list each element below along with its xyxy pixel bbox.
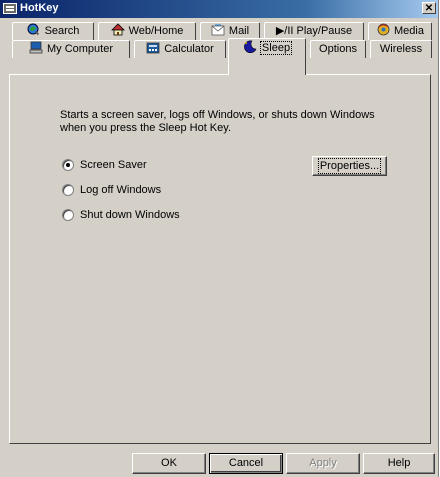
sleep-icon xyxy=(243,40,257,54)
calculator-icon xyxy=(146,42,160,54)
hotkey-window: HotKey ✕ Search Web/Home Mail ▶/II Play/… xyxy=(0,0,439,477)
computer-icon xyxy=(29,41,43,54)
title-bar[interactable]: HotKey ✕ xyxy=(0,0,438,18)
radio-label: Log off Windows xyxy=(80,184,162,196)
tab-web-home[interactable]: Web/Home xyxy=(98,22,196,40)
mail-icon xyxy=(211,24,225,36)
properties-button[interactable]: Properties... xyxy=(312,156,387,176)
tab-options[interactable]: Options xyxy=(310,40,366,58)
sleep-description: Starts a screen saver, logs off Windows,… xyxy=(60,109,375,134)
magnifier-globe-icon xyxy=(27,23,41,36)
window-title: HotKey xyxy=(20,2,59,14)
sleep-panel: Starts a screen saver, logs off Windows,… xyxy=(9,74,431,444)
apply-button[interactable]: Apply xyxy=(286,453,360,474)
tab-search[interactable]: Search xyxy=(12,22,94,40)
tab-sleep[interactable]: Sleep xyxy=(228,38,306,75)
radio-label: Screen Saver xyxy=(80,159,147,171)
help-button[interactable]: Help xyxy=(363,453,435,474)
tab-calculator[interactable]: Calculator xyxy=(134,40,226,58)
close-button[interactable]: ✕ xyxy=(422,2,436,14)
keyboard-icon xyxy=(3,3,17,14)
media-icon xyxy=(376,23,390,36)
tab-my-computer[interactable]: My Computer xyxy=(12,40,130,58)
radio-label: Shut down Windows xyxy=(80,209,180,221)
radio-indicator[interactable] xyxy=(62,209,74,221)
radio-indicator[interactable] xyxy=(62,159,74,171)
cancel-button[interactable]: Cancel xyxy=(209,453,283,474)
ok-button[interactable]: OK xyxy=(132,453,206,474)
tab-media[interactable]: Media xyxy=(368,22,432,40)
radio-indicator[interactable] xyxy=(62,184,74,196)
tab-wireless[interactable]: Wireless xyxy=(370,40,432,58)
web-home-icon xyxy=(110,23,125,36)
